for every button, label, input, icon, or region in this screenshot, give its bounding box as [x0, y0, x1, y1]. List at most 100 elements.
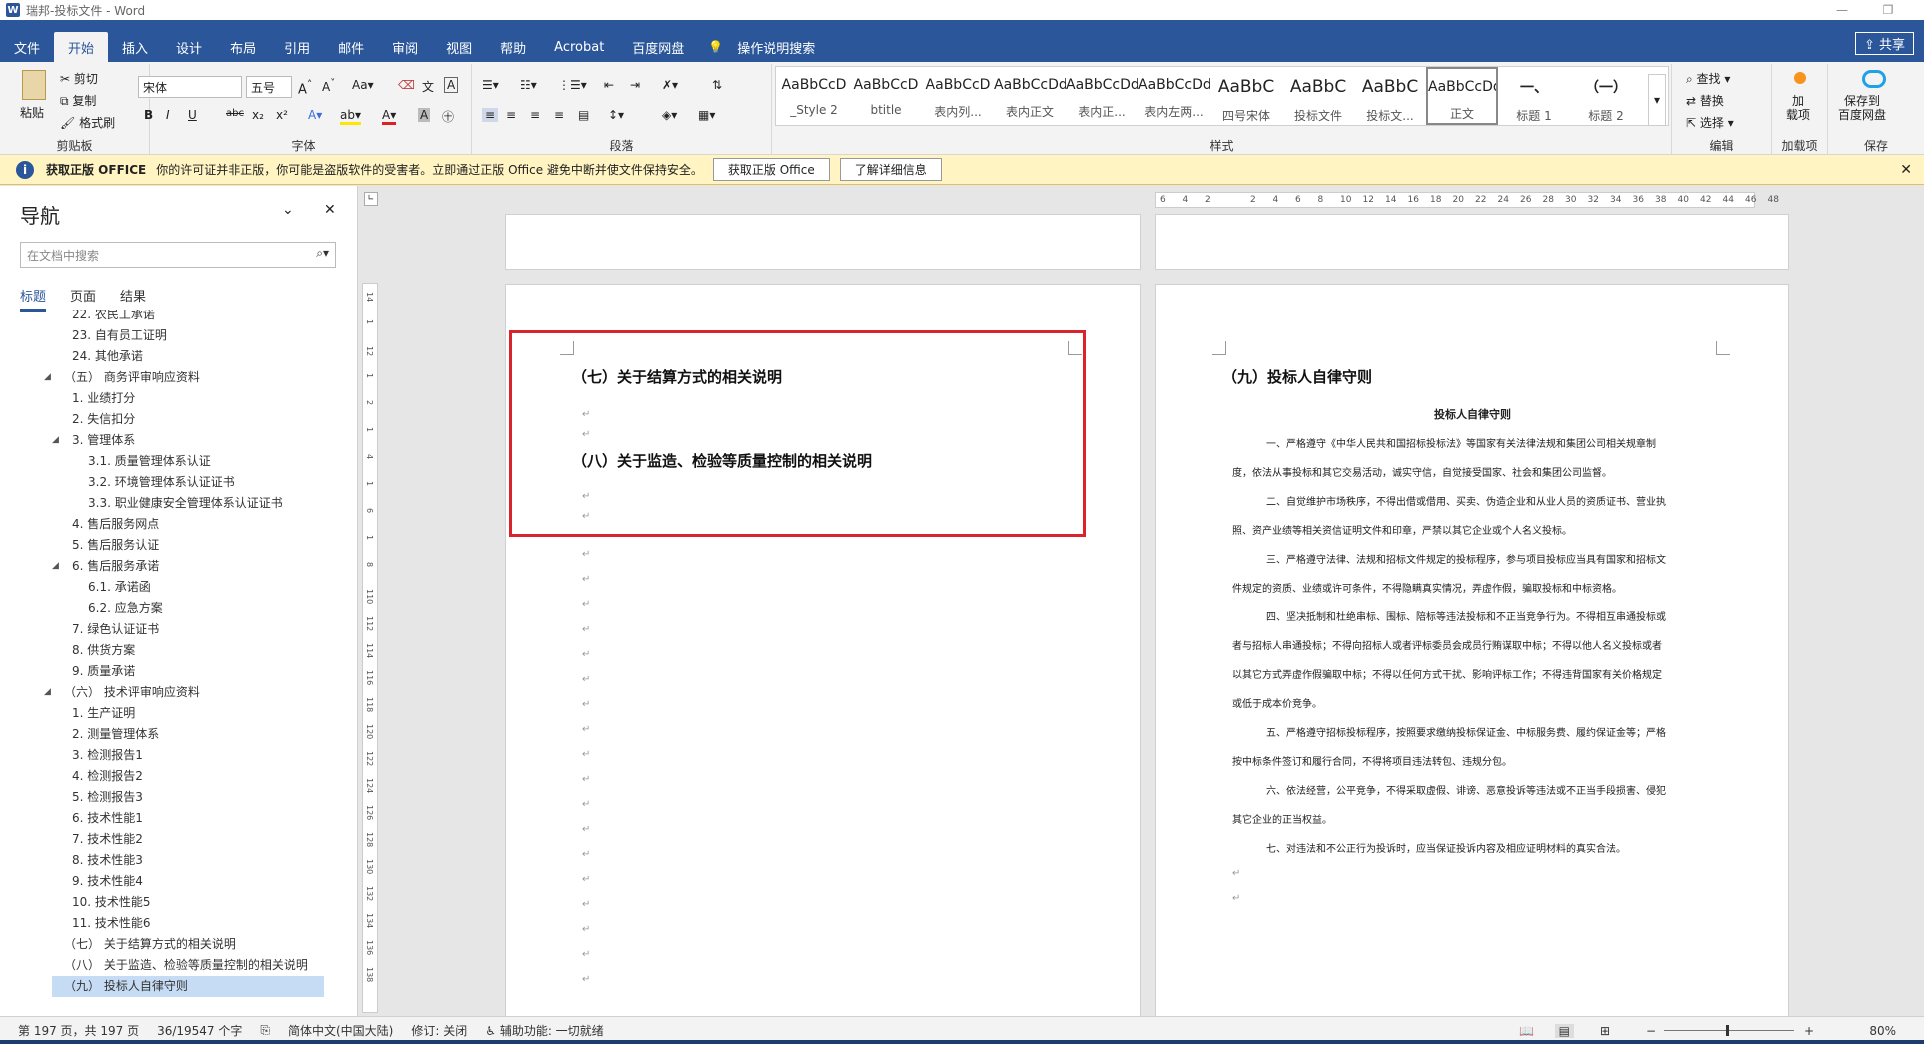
menu-tab[interactable]: 审阅 — [378, 32, 432, 62]
nav-heading-item[interactable]: 7. 技术性能2 — [0, 829, 340, 850]
nav-heading-item[interactable]: 5. 检测报告3 — [0, 787, 340, 808]
menu-tab[interactable]: 帮助 — [486, 32, 540, 62]
print-layout-icon[interactable]: ▤ — [1554, 1023, 1574, 1038]
nav-tab[interactable]: 结果 — [120, 286, 146, 312]
text-effect-icon[interactable]: A▾ — [308, 108, 322, 122]
nav-heading-item[interactable]: 8. 供货方案 — [0, 640, 340, 661]
enclose-char-icon[interactable]: ㊉ — [442, 108, 454, 125]
underline-button[interactable]: U — [188, 108, 197, 122]
nav-heading-item[interactable]: 6.1. 承诺函 — [0, 577, 340, 598]
bold-button[interactable]: B — [144, 108, 153, 122]
web-layout-icon[interactable]: ⊞ — [1600, 1024, 1610, 1038]
line-spacing-icon[interactable]: ↕▾ — [608, 108, 624, 122]
nav-heading-item[interactable]: 2. 失信扣分 — [0, 409, 340, 430]
nav-heading-item[interactable]: 6.2. 应急方案 — [0, 598, 340, 619]
ruler-toggle-icon[interactable]: ∟ — [364, 192, 378, 206]
align-left-icon[interactable]: ≡ — [482, 108, 499, 122]
decrease-indent-icon[interactable]: ⇤ — [604, 78, 614, 92]
nav-heading-item[interactable]: 11. 技术性能6 — [0, 913, 340, 934]
nav-heading-item[interactable]: 22. 农民工承诺 — [0, 310, 340, 325]
track-changes[interactable]: 修订: 关闭 — [411, 1022, 467, 1039]
proofing-icon[interactable]: ⎘ — [260, 1023, 270, 1038]
menu-tab[interactable]: 操作说明搜索 — [723, 32, 829, 62]
style-item[interactable]: AaBbC 投标文件 — [1282, 67, 1354, 125]
baidu-cloud-icon[interactable] — [1862, 70, 1886, 88]
nav-heading-item[interactable]: ◢ （五） 商务评审响应资料 — [0, 367, 340, 388]
increase-indent-icon[interactable]: ⇥ — [630, 78, 640, 92]
expand-triangle-icon[interactable]: ◢ — [52, 556, 59, 577]
style-item[interactable]: AaBbC 投标文... — [1354, 67, 1426, 125]
addins-icon[interactable] — [1794, 72, 1806, 84]
language[interactable]: 简体中文(中国大陆) — [288, 1022, 393, 1039]
multilevel-icon[interactable]: ⋮☰▾ — [558, 78, 587, 92]
change-case-button[interactable]: Aa▾ — [352, 78, 374, 92]
paste-button[interactable]: 粘贴 — [20, 104, 44, 121]
nav-heading-item[interactable]: 3.1. 质量管理体系认证 — [0, 451, 340, 472]
menu-tab[interactable]: 引用 — [270, 32, 324, 62]
styles-more-icon[interactable]: ▾ — [1648, 74, 1666, 126]
menu-tab[interactable]: Acrobat — [540, 32, 618, 62]
nav-tab[interactable]: 页面 — [70, 286, 96, 312]
menu-tab[interactable]: 视图 — [432, 32, 486, 62]
zoom-slider[interactable] — [1664, 1025, 1794, 1036]
italic-button[interactable]: I — [166, 108, 170, 122]
style-item[interactable]: AaBbC 四号宋体 — [1210, 67, 1282, 125]
zoom-level[interactable]: 80% — [1869, 1024, 1896, 1038]
nav-heading-item[interactable]: 1. 生产证明 — [0, 703, 340, 724]
word-count[interactable]: 36/19547 个字 — [157, 1022, 242, 1039]
shrink-font-button[interactable]: A˅ — [322, 78, 335, 94]
font-name-select[interactable]: 宋体 — [138, 76, 242, 98]
nav-heading-item[interactable]: 3.3. 职业健康安全管理体系认证证书 — [0, 493, 340, 514]
font-color-icon[interactable]: A▾ — [382, 108, 397, 125]
nav-heading-item[interactable]: （九） 投标人自律守则 — [52, 976, 324, 997]
nav-heading-item[interactable]: （八） 关于监造、检验等质量控制的相关说明 — [0, 955, 340, 976]
style-item[interactable]: （一） 标题 2 — [1570, 67, 1642, 125]
nav-heading-item[interactable]: 4. 售后服务网点 — [0, 514, 340, 535]
menu-tab[interactable]: 邮件 — [324, 32, 378, 62]
chinese-layout-icon[interactable]: ✗▾ — [662, 78, 678, 92]
align-center-icon[interactable]: ≡ — [506, 108, 516, 122]
style-item[interactable]: AaBbCcDdI 表内正文 — [994, 67, 1066, 125]
paste-icon[interactable] — [22, 70, 46, 100]
nav-options-icon[interactable]: ⌄ — [282, 202, 294, 218]
style-item[interactable]: AaBbCcD _Style 2 — [778, 67, 850, 125]
style-item[interactable]: AaBbCcDdI 表内正... — [1066, 67, 1138, 125]
nav-tab[interactable]: 标题 — [20, 286, 47, 312]
nav-heading-item[interactable]: 10. 技术性能5 — [0, 892, 340, 913]
nav-close-icon[interactable]: ✕ — [324, 202, 336, 218]
menu-tab[interactable]: 插入 — [108, 32, 162, 62]
menu-tab[interactable]: 百度网盘 — [618, 32, 698, 62]
pinyin-icon[interactable]: 文 — [422, 78, 434, 95]
menu-tab[interactable]: 设计 — [162, 32, 216, 62]
nav-heading-item[interactable]: 24. 其他承诺 — [0, 346, 340, 367]
nav-heading-item[interactable]: 2. 测量管理体系 — [0, 724, 340, 745]
copy-button[interactable]: ⧉ 复制 — [60, 92, 96, 109]
menu-tab[interactable]: 开始 — [54, 32, 109, 62]
style-item[interactable]: AaBbCcDdEe 表内左两... — [1138, 67, 1210, 125]
nav-heading-item[interactable]: 5. 售后服务认证 — [0, 535, 340, 556]
strike-button[interactable]: abc — [226, 108, 244, 119]
nav-heading-item[interactable]: ◢ 3. 管理体系 — [0, 430, 340, 451]
char-border-icon[interactable]: A — [444, 77, 459, 93]
search-icon[interactable]: ⌕▾ — [316, 246, 329, 261]
minimize-button[interactable]: — — [1822, 0, 1862, 20]
style-item[interactable]: AaBbCcDdI 正文 — [1426, 67, 1498, 125]
highlight-icon[interactable]: ab▾ — [340, 108, 361, 125]
menu-tab[interactable]: 文件 — [0, 32, 54, 62]
page-count[interactable]: 第 197 页，共 197 页 — [18, 1022, 139, 1039]
justify-icon[interactable]: ≡ — [554, 108, 564, 122]
nav-heading-item[interactable]: ◢ （六） 技术评审响应资料 — [0, 682, 340, 703]
borders-icon[interactable]: ▦▾ — [698, 108, 715, 122]
save-baidu-button[interactable]: 保存到 百度网盘 — [1838, 94, 1886, 122]
horizontal-ruler[interactable]: 6 4 2 2 4 6 8 10 12 14 16 18 20 22 24 26 28 30 32 34 36 38 40 4… — [1155, 192, 1779, 208]
nav-heading-item[interactable]: 3.2. 环境管理体系认证证书 — [0, 472, 340, 493]
clear-format-icon[interactable]: ⌫ — [398, 78, 415, 92]
zoom-thumb[interactable] — [1726, 1025, 1729, 1036]
bullets-icon[interactable]: ☰▾ — [482, 78, 499, 92]
select-button[interactable]: ⇱ 选择 ▾ — [1686, 114, 1734, 131]
nav-heading-item[interactable]: 3. 检测报告1 — [0, 745, 340, 766]
nav-heading-item[interactable]: 4. 检测报告2 — [0, 766, 340, 787]
page-right[interactable]: （九）投标人自律守则 投标人自律守则 一、严格遵守《中华人民共和国招标投标法》等… — [1155, 284, 1789, 1024]
replace-button[interactable]: ⇄ 替换 — [1686, 92, 1724, 109]
get-genuine-button[interactable]: 获取正版 Office — [712, 158, 830, 181]
